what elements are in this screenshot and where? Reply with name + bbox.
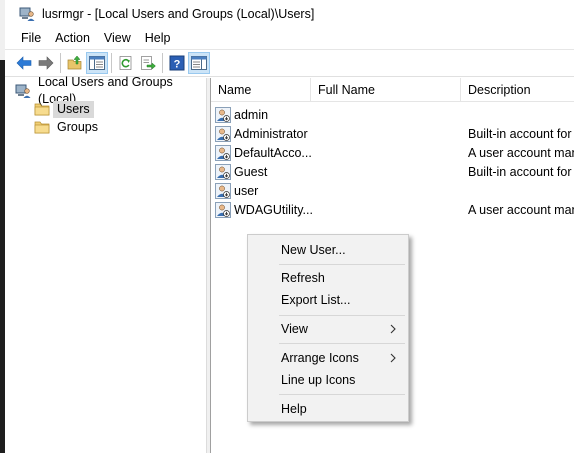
- toolbar: ?: [5, 49, 574, 77]
- ctx-line-up-icons-label: Line up Icons: [281, 373, 356, 387]
- chevron-right-icon: [390, 353, 396, 363]
- cell-name: admin: [211, 106, 311, 123]
- user-name: Administrator: [234, 126, 308, 141]
- ctx-arrange-icons-label: Arrange Icons: [281, 351, 359, 365]
- list-header: Name Full Name Description: [211, 78, 574, 102]
- tree-item-groups[interactable]: Groups: [34, 118, 102, 136]
- console-tree: Local Users and Groups (Local) Users Gro…: [5, 75, 206, 453]
- back-button[interactable]: [13, 52, 35, 74]
- table-row[interactable]: admin: [211, 105, 574, 124]
- cell-name: Administrator: [211, 125, 311, 142]
- context-menu: New User... Refresh Export List... View …: [247, 234, 409, 422]
- user-name: admin: [234, 107, 269, 122]
- user-name: Guest: [234, 164, 268, 179]
- menu-help[interactable]: Help: [138, 28, 178, 49]
- ctx-help-label: Help: [281, 402, 307, 416]
- table-row[interactable]: user: [211, 181, 574, 200]
- menu-separator: [279, 394, 405, 395]
- user-name: WDAGUtility...: [234, 202, 313, 217]
- back-arrow-icon: [16, 56, 32, 70]
- column-header-name[interactable]: Name: [211, 78, 311, 102]
- user-account-icon: [215, 125, 231, 142]
- table-row[interactable]: Guest Built-in account for: [211, 162, 574, 181]
- menu-separator: [279, 264, 405, 265]
- user-account-icon: [215, 201, 231, 218]
- column-header-description[interactable]: Description: [461, 78, 574, 102]
- show-hide-tree-button[interactable]: [86, 52, 108, 74]
- computer-users-icon: [19, 6, 35, 22]
- menu-file[interactable]: File: [14, 28, 48, 49]
- show-hide-tree-icon: [89, 56, 105, 70]
- folder-icon: [34, 119, 50, 135]
- cell-description: Built-in account for: [468, 126, 572, 141]
- cell-name: WDAGUtility...: [211, 201, 313, 218]
- svg-text:?: ?: [174, 59, 181, 71]
- cell-name: DefaultAcco...: [211, 144, 312, 161]
- user-account-icon: [215, 144, 231, 161]
- cell-description: A user account man: [468, 145, 574, 160]
- menu-separator: [279, 343, 405, 344]
- help-button[interactable]: ?: [166, 52, 188, 74]
- window-title: lusrmgr - [Local Users and Groups (Local…: [42, 7, 315, 21]
- ctx-help[interactable]: Help: [250, 398, 406, 420]
- menu-view[interactable]: View: [97, 28, 138, 49]
- ctx-view[interactable]: View: [250, 318, 406, 340]
- menu-bar: File Action View Help: [5, 28, 574, 49]
- refresh-button[interactable]: [115, 52, 137, 74]
- table-row[interactable]: Administrator Built-in account for: [211, 124, 574, 143]
- column-header-full-name[interactable]: Full Name: [311, 78, 461, 102]
- up-folder-icon: [67, 55, 82, 70]
- tree-item-users-label: Users: [53, 100, 94, 118]
- menu-separator: [279, 315, 405, 316]
- ctx-export-list[interactable]: Export List...: [250, 289, 406, 311]
- toolbar-separator: [162, 53, 163, 73]
- forward-button[interactable]: [35, 52, 57, 74]
- tree-item-users[interactable]: Users: [34, 100, 94, 118]
- folder-icon: [34, 101, 50, 117]
- forward-arrow-icon: [38, 56, 54, 70]
- cell-name: Guest: [211, 163, 311, 180]
- ctx-export-list-label: Export List...: [281, 293, 351, 307]
- refresh-icon: [119, 56, 132, 70]
- tree-item-groups-label: Groups: [57, 119, 98, 134]
- up-one-level-button[interactable]: [64, 52, 86, 74]
- menu-action[interactable]: Action: [48, 28, 97, 49]
- user-name: user: [234, 183, 259, 198]
- user-account-icon: [215, 106, 231, 123]
- help-icon: ?: [169, 55, 185, 71]
- ctx-line-up-icons[interactable]: Line up Icons: [250, 369, 406, 391]
- show-hide-action-pane-icon: [191, 56, 207, 70]
- tree-item-root[interactable]: Local Users and Groups (Local): [15, 75, 206, 106]
- cell-description: A user account man: [468, 202, 574, 217]
- show-hide-action-pane-button[interactable]: [188, 52, 210, 74]
- user-account-icon: [215, 163, 231, 180]
- ctx-refresh[interactable]: Refresh: [250, 267, 406, 289]
- chevron-right-icon: [390, 324, 396, 334]
- table-row[interactable]: WDAGUtility... A user account man: [211, 200, 574, 219]
- export-list-button[interactable]: [137, 52, 159, 74]
- cell-name: user: [211, 182, 311, 199]
- title-bar: lusrmgr - [Local Users and Groups (Local…: [5, 0, 574, 28]
- toolbar-separator: [60, 53, 61, 73]
- cell-description: Built-in account for: [468, 164, 572, 179]
- user-name: DefaultAcco...: [234, 145, 312, 160]
- computer-users-icon: [15, 83, 31, 99]
- ctx-new-user[interactable]: New User...: [250, 239, 406, 261]
- toolbar-separator: [111, 53, 112, 73]
- ctx-arrange-icons[interactable]: Arrange Icons: [250, 347, 406, 369]
- ctx-view-label: View: [281, 322, 308, 336]
- user-account-icon: [215, 182, 231, 199]
- ctx-new-user-label: New User...: [281, 243, 346, 257]
- table-row[interactable]: DefaultAcco... A user account man: [211, 143, 574, 162]
- ctx-refresh-label: Refresh: [281, 271, 325, 285]
- export-list-icon: [141, 56, 156, 70]
